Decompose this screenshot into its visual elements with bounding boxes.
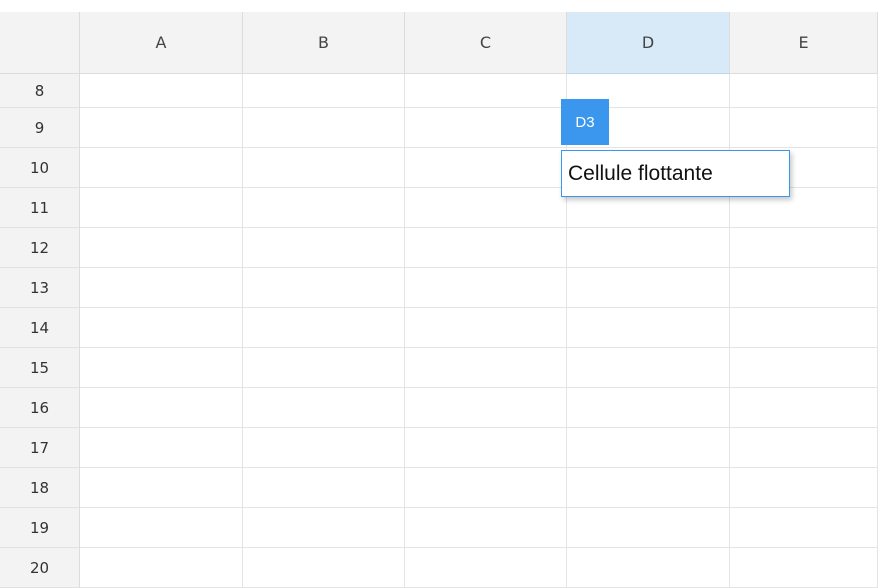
cell-c10[interactable] xyxy=(405,148,567,188)
cell-b11[interactable] xyxy=(243,188,405,228)
cell-b9[interactable] xyxy=(243,108,405,148)
top-margin xyxy=(0,0,878,12)
cell-a19[interactable] xyxy=(80,508,243,548)
cell-a11[interactable] xyxy=(80,188,243,228)
cell-e18[interactable] xyxy=(730,468,878,508)
cell-c11[interactable] xyxy=(405,188,567,228)
cell-c16[interactable] xyxy=(405,388,567,428)
row-header-15[interactable]: 15 xyxy=(0,348,80,388)
cell-d20[interactable] xyxy=(567,548,730,588)
cell-d14[interactable] xyxy=(567,308,730,348)
cell-c15[interactable] xyxy=(405,348,567,388)
row-header-16[interactable]: 16 xyxy=(0,388,80,428)
cell-a12[interactable] xyxy=(80,228,243,268)
cell-a16[interactable] xyxy=(80,388,243,428)
cell-d19[interactable] xyxy=(567,508,730,548)
cell-b17[interactable] xyxy=(243,428,405,468)
cell-d13[interactable] xyxy=(567,268,730,308)
cell-reference-tag: D3 xyxy=(561,99,609,145)
cell-d18[interactable] xyxy=(567,468,730,508)
cell-a8[interactable] xyxy=(80,74,243,108)
row-header-17[interactable]: 17 xyxy=(0,428,80,468)
cell-a20[interactable] xyxy=(80,548,243,588)
cell-c14[interactable] xyxy=(405,308,567,348)
cell-a10[interactable] xyxy=(80,148,243,188)
column-header-a[interactable]: A xyxy=(80,12,243,74)
cell-c18[interactable] xyxy=(405,468,567,508)
cell-b16[interactable] xyxy=(243,388,405,428)
cell-c19[interactable] xyxy=(405,508,567,548)
row-header-18[interactable]: 18 xyxy=(0,468,80,508)
column-header-c[interactable]: C xyxy=(405,12,567,74)
spreadsheet-grid: A B C D E 8 9 10 11 12 13 14 15 16 17 18 19 20 D3 Ce… xyxy=(0,0,878,588)
cell-a13[interactable] xyxy=(80,268,243,308)
row-header-19[interactable]: 19 xyxy=(0,508,80,548)
cell-a17[interactable] xyxy=(80,428,243,468)
cell-e14[interactable] xyxy=(730,308,878,348)
row-header-13[interactable]: 13 xyxy=(0,268,80,308)
cell-e19[interactable] xyxy=(730,508,878,548)
row-header-20[interactable]: 20 xyxy=(0,548,80,588)
row-header-9[interactable]: 9 xyxy=(0,108,80,148)
cell-c20[interactable] xyxy=(405,548,567,588)
cell-c12[interactable] xyxy=(405,228,567,268)
cell-b15[interactable] xyxy=(243,348,405,388)
cell-e20[interactable] xyxy=(730,548,878,588)
column-header-e[interactable]: E xyxy=(730,12,878,74)
cell-e16[interactable] xyxy=(730,388,878,428)
row-header-10[interactable]: 10 xyxy=(0,148,80,188)
cell-b19[interactable] xyxy=(243,508,405,548)
row-header-14[interactable]: 14 xyxy=(0,308,80,348)
cell-d16[interactable] xyxy=(567,388,730,428)
cell-a18[interactable] xyxy=(80,468,243,508)
cell-e15[interactable] xyxy=(730,348,878,388)
cell-c8[interactable] xyxy=(405,74,567,108)
cell-b10[interactable] xyxy=(243,148,405,188)
cell-a9[interactable] xyxy=(80,108,243,148)
floating-cell-editor[interactable]: Cellule flottante xyxy=(561,150,790,197)
column-header-b[interactable]: B xyxy=(243,12,405,74)
cell-e8[interactable] xyxy=(730,74,878,108)
select-all-corner[interactable] xyxy=(0,12,80,74)
cell-b14[interactable] xyxy=(243,308,405,348)
cell-b12[interactable] xyxy=(243,228,405,268)
cell-e17[interactable] xyxy=(730,428,878,468)
cell-d15[interactable] xyxy=(567,348,730,388)
cell-d17[interactable] xyxy=(567,428,730,468)
cell-c13[interactable] xyxy=(405,268,567,308)
cell-b13[interactable] xyxy=(243,268,405,308)
cell-d12[interactable] xyxy=(567,228,730,268)
cell-c17[interactable] xyxy=(405,428,567,468)
cell-b8[interactable] xyxy=(243,74,405,108)
cell-e13[interactable] xyxy=(730,268,878,308)
cell-b18[interactable] xyxy=(243,468,405,508)
row-header-8[interactable]: 8 xyxy=(0,74,80,108)
column-header-d[interactable]: D xyxy=(567,12,730,74)
cell-a15[interactable] xyxy=(80,348,243,388)
cell-a14[interactable] xyxy=(80,308,243,348)
row-header-12[interactable]: 12 xyxy=(0,228,80,268)
cell-b20[interactable] xyxy=(243,548,405,588)
cell-e9[interactable] xyxy=(730,108,878,148)
row-header-11[interactable]: 11 xyxy=(0,188,80,228)
cell-c9[interactable] xyxy=(405,108,567,148)
cell-e12[interactable] xyxy=(730,228,878,268)
